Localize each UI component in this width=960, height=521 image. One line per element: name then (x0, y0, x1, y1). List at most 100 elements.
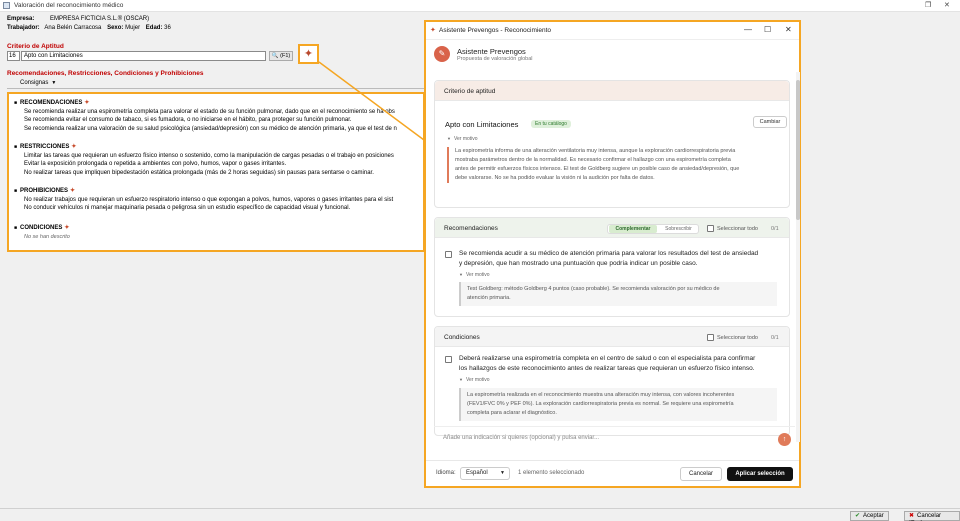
dialog-title: Asistente Prevengos - Reconocimiento (439, 27, 552, 34)
restore-icon[interactable]: ❐ (925, 1, 931, 9)
close-icon[interactable]: ✕ (944, 1, 950, 9)
item-checkbox[interactable] (445, 356, 452, 363)
ver-motivo-toggle[interactable]: ▼ Ver motivo (459, 272, 490, 278)
dialog-footer: Idioma: Español ▼ 1 elemento seleccionado… (426, 460, 799, 486)
assistant-dialog: ✦ Asistente Prevengos - Reconocimiento —… (424, 20, 801, 488)
sparkle-icon: ✦ (70, 188, 76, 194)
sparkle-icon: ✦ (430, 27, 436, 34)
change-criterio-button[interactable]: Cambiar (753, 116, 787, 128)
consignas-dropdown[interactable]: Consignas ▼ (20, 80, 56, 86)
bottom-bar: ✔Aceptar ✖Cancelar [Esc] (0, 508, 960, 521)
empresa-value: EMPRESA FICTICIA S.L.® (OSCAR) (50, 16, 150, 22)
ver-motivo-toggle[interactable]: ▼ Ver motivo (447, 136, 478, 142)
restricciones-block: ■ RESTRICCIONES ✦ Limitar las tareas que r… (14, 143, 394, 177)
prompt-placeholder: Añade una indicación si quieres (opciona… (443, 435, 600, 441)
criterio-card: Criterio de aptitud Apto con Limitacione… (434, 80, 790, 208)
app-icon (3, 2, 10, 9)
text-line: No realizar tareas que impliquen bipedes… (24, 169, 374, 176)
complementar-pill[interactable]: Complementar (609, 225, 657, 233)
bullet-icon: ■ (14, 188, 18, 194)
sparkle-icon: ✦ (303, 48, 314, 60)
check-icon: ✔ (855, 513, 861, 519)
criterio-name-field[interactable]: Apto con Limitaciones (21, 51, 266, 61)
tools-icon: ✎ (438, 49, 446, 58)
scrollbar-thumb[interactable] (796, 80, 800, 220)
assistant-name: Asistente Prevengos (457, 47, 526, 56)
sexo-value: Mujer (125, 25, 141, 31)
reason-line: completa para aclarar el diagnóstico. (467, 410, 557, 416)
item-checkbox[interactable] (445, 251, 452, 258)
sexo-label: Sexo: (107, 25, 124, 31)
accept-button[interactable]: ✔ Aceptar (850, 511, 889, 521)
recomendaciones-card: Recomendaciones Complementar Sobrescribi… (434, 217, 790, 317)
maximize-icon[interactable]: ☐ (764, 25, 771, 34)
recomendaciones-heading: RECOMENDACIONES (20, 100, 83, 106)
reason-line: antes de permitir esfuerzos físicos inte… (455, 166, 740, 172)
close-icon[interactable]: ✕ (785, 25, 792, 34)
catalog-badge: En tu catálogo (531, 120, 571, 128)
text-line: Se recomienda realizar una espirometría … (24, 108, 395, 115)
sparkle-icon: ✦ (64, 225, 70, 231)
language-label: Idioma: (436, 470, 456, 476)
restricciones-heading: RESTRICCIONES (20, 144, 70, 150)
bullet-icon: ■ (14, 144, 18, 150)
ver-motivo-label: Ver motivo (465, 272, 490, 278)
ver-motivo-label: Ver motivo (453, 136, 478, 142)
criterio-code-field[interactable]: 16 (7, 51, 20, 61)
selection-count: 0/1 (771, 226, 779, 232)
window-title: Valoración del reconocimiento médico (14, 2, 124, 9)
chevron-down-icon: ▼ (447, 136, 451, 141)
dialog-cancel-button[interactable]: Cancelar (680, 467, 722, 481)
send-button[interactable]: ↑ (778, 433, 791, 446)
reason-line: mostraba parámetros dentro de la normali… (455, 157, 731, 163)
language-select[interactable]: Español ▼ (460, 467, 510, 480)
accept-label: Aceptar (863, 513, 884, 519)
worker-info: Empresa: EMPRESA FICTICIA S.L.® (OSCAR) … (7, 15, 171, 33)
cancel-button[interactable]: ✖Cancelar [Esc] (904, 511, 960, 521)
cond-card-title: Condiciones (444, 334, 480, 341)
scrollbar[interactable] (796, 72, 800, 442)
rec-item-text: Se recomienda acudir a su médico de aten… (459, 249, 758, 268)
text-line: Se recomienda evitar el consumo de tabac… (24, 117, 352, 123)
select-all-checkbox[interactable] (707, 225, 714, 232)
item-line: los hallazgos de este reconocimiento ant… (459, 364, 755, 372)
rec-reason: Test Goldberg: método Goldberg 4 puntos … (459, 282, 777, 306)
criterio-reason: La espirometría informa de una alteració… (447, 147, 785, 183)
apply-selection-button[interactable]: Aplicar selección (727, 467, 793, 481)
condiciones-block: ■ CONDICIONES ✦ No se han descrito (14, 224, 70, 241)
recomendaciones-block: ■ RECOMENDACIONES ✦ Se recomienda realizar… (14, 99, 397, 133)
ai-assistant-button[interactable]: ✦ (298, 44, 319, 64)
select-all-checkbox[interactable] (707, 334, 714, 341)
condiciones-card: Condiciones Seleccionar todo 0/1 Deberá … (434, 326, 790, 436)
proposal-scroll-area[interactable]: Criterio de aptitud Apto con Limitacione… (434, 72, 795, 442)
prompt-input[interactable]: Añade una indicación si quieres (opciona… (434, 426, 795, 450)
chevron-down-icon: ▼ (51, 80, 57, 86)
arrow-up-icon: ↑ (782, 436, 787, 443)
card-header: Criterio de aptitud (435, 81, 789, 101)
divider (7, 88, 425, 89)
selected-count: 1 elemento seleccionado (518, 470, 585, 476)
reason-line: La espirometría informa de una alteració… (455, 148, 736, 154)
prohibiciones-block: ■ PROHIBICIONES ✦ No realizar trabajos que… (14, 187, 393, 213)
close-icon: ✖ (909, 513, 915, 519)
text-line: Limitar las tareas que requieran un esfu… (24, 152, 394, 159)
bullet-icon: ■ (14, 225, 18, 231)
dialog-titlebar: ✦ Asistente Prevengos - Reconocimiento —… (426, 22, 799, 40)
minimize-icon[interactable]: — (744, 25, 752, 34)
ver-motivo-label: Ver motivo (465, 377, 490, 383)
text-line: No conducir vehículos ni manejar maquina… (24, 205, 351, 211)
chevron-down-icon: ▼ (459, 272, 463, 277)
reason-line: debe valorarse. No se ha podido evaluar … (455, 175, 655, 181)
criterio-lookup-button[interactable]: 🔍 (F1) (269, 51, 293, 61)
recs-text-editor[interactable]: ■ RECOMENDACIONES ✦ Se recomienda realizar… (7, 92, 425, 252)
sobrescribir-pill[interactable]: Sobrescribir (659, 225, 698, 233)
ver-motivo-toggle[interactable]: ▼ Ver motivo (459, 377, 490, 383)
criterio-value: Apto con Limitaciones (445, 120, 519, 129)
trabajador-label: Trabajador: (7, 25, 40, 31)
reason-line: (FEV1/FVC 0% y PEF 0%). La exploración c… (467, 401, 734, 407)
consignas-label: Consignas (20, 80, 49, 86)
cond-reason: La espirometría realizada en el reconoci… (459, 388, 777, 421)
edad-label: Edad: (145, 25, 163, 31)
reason-line: atención primaria. (467, 295, 511, 301)
card-header: Recomendaciones Complementar Sobrescribi… (435, 218, 789, 238)
